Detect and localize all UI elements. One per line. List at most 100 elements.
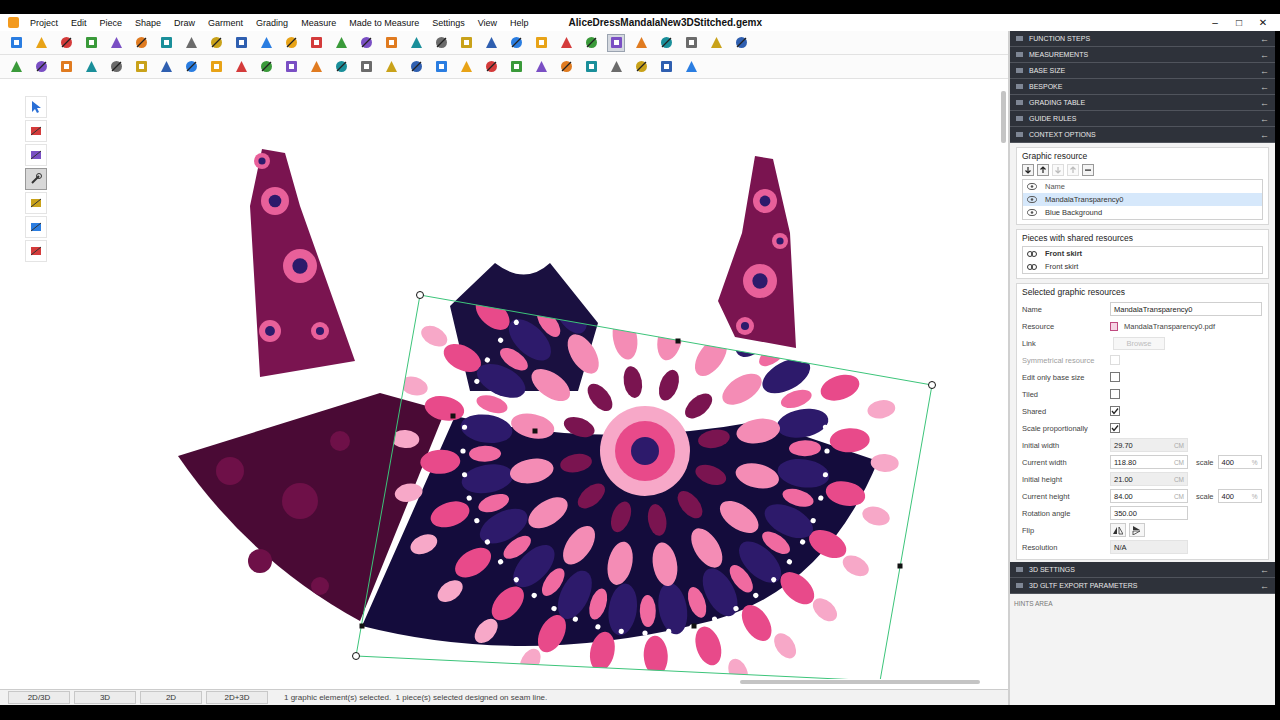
toolbar-button[interactable]: [582, 58, 600, 76]
panel-section-header[interactable]: GRADING TABLE ←: [1010, 95, 1275, 111]
view-tab[interactable]: 2D: [140, 691, 202, 704]
toolbar-button[interactable]: [507, 58, 525, 76]
shared-piece-row[interactable]: Front skirt: [1023, 260, 1262, 273]
menu-item[interactable]: Measure: [301, 18, 336, 28]
toolbar-button[interactable]: [357, 58, 375, 76]
view-tab[interactable]: 2D/3D: [8, 691, 70, 704]
scale-field[interactable]: 400 %: [1218, 455, 1262, 469]
resource-button[interactable]: [1022, 164, 1034, 176]
panel-section-header[interactable]: BASE SIZE ←: [1010, 63, 1275, 79]
collapse-arrow[interactable]: ←: [1260, 565, 1269, 575]
selection-box[interactable]: [356, 295, 932, 679]
toolbar-button[interactable]: [7, 34, 25, 52]
panel-section-header[interactable]: FUNCTION STEPS ←: [1010, 31, 1275, 47]
mandala-graphic[interactable]: [391, 197, 899, 679]
toolbar-button[interactable]: [7, 58, 25, 76]
window-control[interactable]: □: [1234, 17, 1244, 28]
checkbox[interactable]: [1110, 423, 1120, 433]
toolbar-button[interactable]: [557, 34, 575, 52]
toolbar-button[interactable]: [657, 34, 675, 52]
rotate-handle[interactable]: [353, 653, 360, 660]
resource-row[interactable]: MandalaTransparency0: [1023, 193, 1262, 206]
toolbar-button[interactable]: [357, 34, 375, 52]
toolbar-button[interactable]: [232, 58, 250, 76]
eye-icon[interactable]: [1027, 209, 1037, 216]
toolbar-button[interactable]: [607, 34, 625, 52]
collapse-arrow[interactable]: ←: [1260, 130, 1269, 140]
scale-field[interactable]: 400 %: [1218, 489, 1262, 503]
toolbar-button[interactable]: [132, 34, 150, 52]
toolbar-button[interactable]: [57, 34, 75, 52]
resource-button[interactable]: [1082, 164, 1094, 176]
menu-item[interactable]: Grading: [256, 18, 288, 28]
front-skirt-piece[interactable]: [362, 416, 878, 646]
menu-item[interactable]: Help: [510, 18, 529, 28]
toolbar-button[interactable]: [657, 58, 675, 76]
number-field[interactable]: N/A: [1110, 540, 1188, 554]
toolbar-button[interactable]: [207, 34, 225, 52]
toolbar-button[interactable]: [382, 58, 400, 76]
toolbar-button[interactable]: [157, 34, 175, 52]
toolbar-button[interactable]: [732, 34, 750, 52]
scroll-thumb[interactable]: [740, 680, 980, 684]
eye-icon[interactable]: [1027, 196, 1037, 203]
resource-row[interactable]: Blue Background: [1023, 206, 1262, 219]
toolbar-button[interactable]: [182, 58, 200, 76]
toolbar-button[interactable]: [482, 58, 500, 76]
menu-item[interactable]: Project: [30, 18, 58, 28]
toolbox-button[interactable]: [25, 240, 47, 262]
number-field[interactable]: 84.00 CM: [1110, 489, 1188, 503]
resize-handle[interactable]: [451, 414, 456, 419]
rotate-handle[interactable]: [417, 292, 424, 299]
rotate-handle[interactable]: [929, 382, 936, 389]
toolbox-button[interactable]: [25, 144, 47, 166]
panel-section-header[interactable]: GUIDE RULES ←: [1010, 111, 1275, 127]
horizontal-scrollbar[interactable]: [740, 680, 990, 685]
resource-button[interactable]: [1037, 164, 1049, 176]
checkbox[interactable]: [1110, 389, 1120, 399]
toolbox-button[interactable]: [25, 168, 47, 190]
toolbar-button[interactable]: [232, 34, 250, 52]
toolbox-button[interactable]: [25, 96, 47, 118]
toolbar-button[interactable]: [582, 34, 600, 52]
right-sleeve-piece[interactable]: [718, 156, 796, 348]
toolbox-button[interactable]: [25, 216, 47, 238]
toolbar-button[interactable]: [457, 34, 475, 52]
toolbar-button[interactable]: [632, 34, 650, 52]
toolbar-button[interactable]: [407, 34, 425, 52]
menu-item[interactable]: Garment: [208, 18, 243, 28]
view-tab[interactable]: 2D+3D: [206, 691, 268, 704]
window-control[interactable]: ✕: [1258, 17, 1268, 28]
toolbar-button[interactable]: [532, 58, 550, 76]
toolbox-button[interactable]: [25, 192, 47, 214]
toolbar-button[interactable]: [107, 58, 125, 76]
checkbox[interactable]: [1110, 372, 1120, 382]
toolbar-button[interactable]: [282, 34, 300, 52]
vertical-scrollbar[interactable]: [1001, 83, 1006, 673]
scroll-thumb[interactable]: [1001, 91, 1006, 143]
flip-vertical-button[interactable]: [1129, 523, 1145, 537]
toolbar-button[interactable]: [57, 58, 75, 76]
panel-section-header[interactable]: CONTEXT OPTIONS ←: [1010, 127, 1275, 143]
resize-handle[interactable]: [533, 429, 538, 434]
collapse-arrow[interactable]: ←: [1260, 34, 1269, 44]
shared-piece-row[interactable]: Front skirt: [1023, 247, 1262, 260]
resource-button[interactable]: [1067, 164, 1079, 176]
toolbar-button[interactable]: [307, 34, 325, 52]
left-sleeve-piece[interactable]: [250, 149, 355, 377]
toolbar-button[interactable]: [532, 34, 550, 52]
checkbox[interactable]: [1110, 406, 1120, 416]
toolbar-button[interactable]: [432, 34, 450, 52]
name-field[interactable]: MandalaTransparency0: [1110, 302, 1262, 316]
toolbar-button[interactable]: [707, 34, 725, 52]
toolbox-button[interactable]: [25, 120, 47, 142]
toolbar-button[interactable]: [107, 34, 125, 52]
resize-handle[interactable]: [898, 564, 903, 569]
toolbar-button[interactable]: [507, 34, 525, 52]
toolbar-button[interactable]: [182, 34, 200, 52]
number-field[interactable]: 350.00: [1110, 506, 1188, 520]
toolbar-button[interactable]: [607, 58, 625, 76]
number-field[interactable]: 21.00 CM: [1110, 472, 1188, 486]
toolbar-button[interactable]: [682, 34, 700, 52]
toolbar-button[interactable]: [407, 58, 425, 76]
